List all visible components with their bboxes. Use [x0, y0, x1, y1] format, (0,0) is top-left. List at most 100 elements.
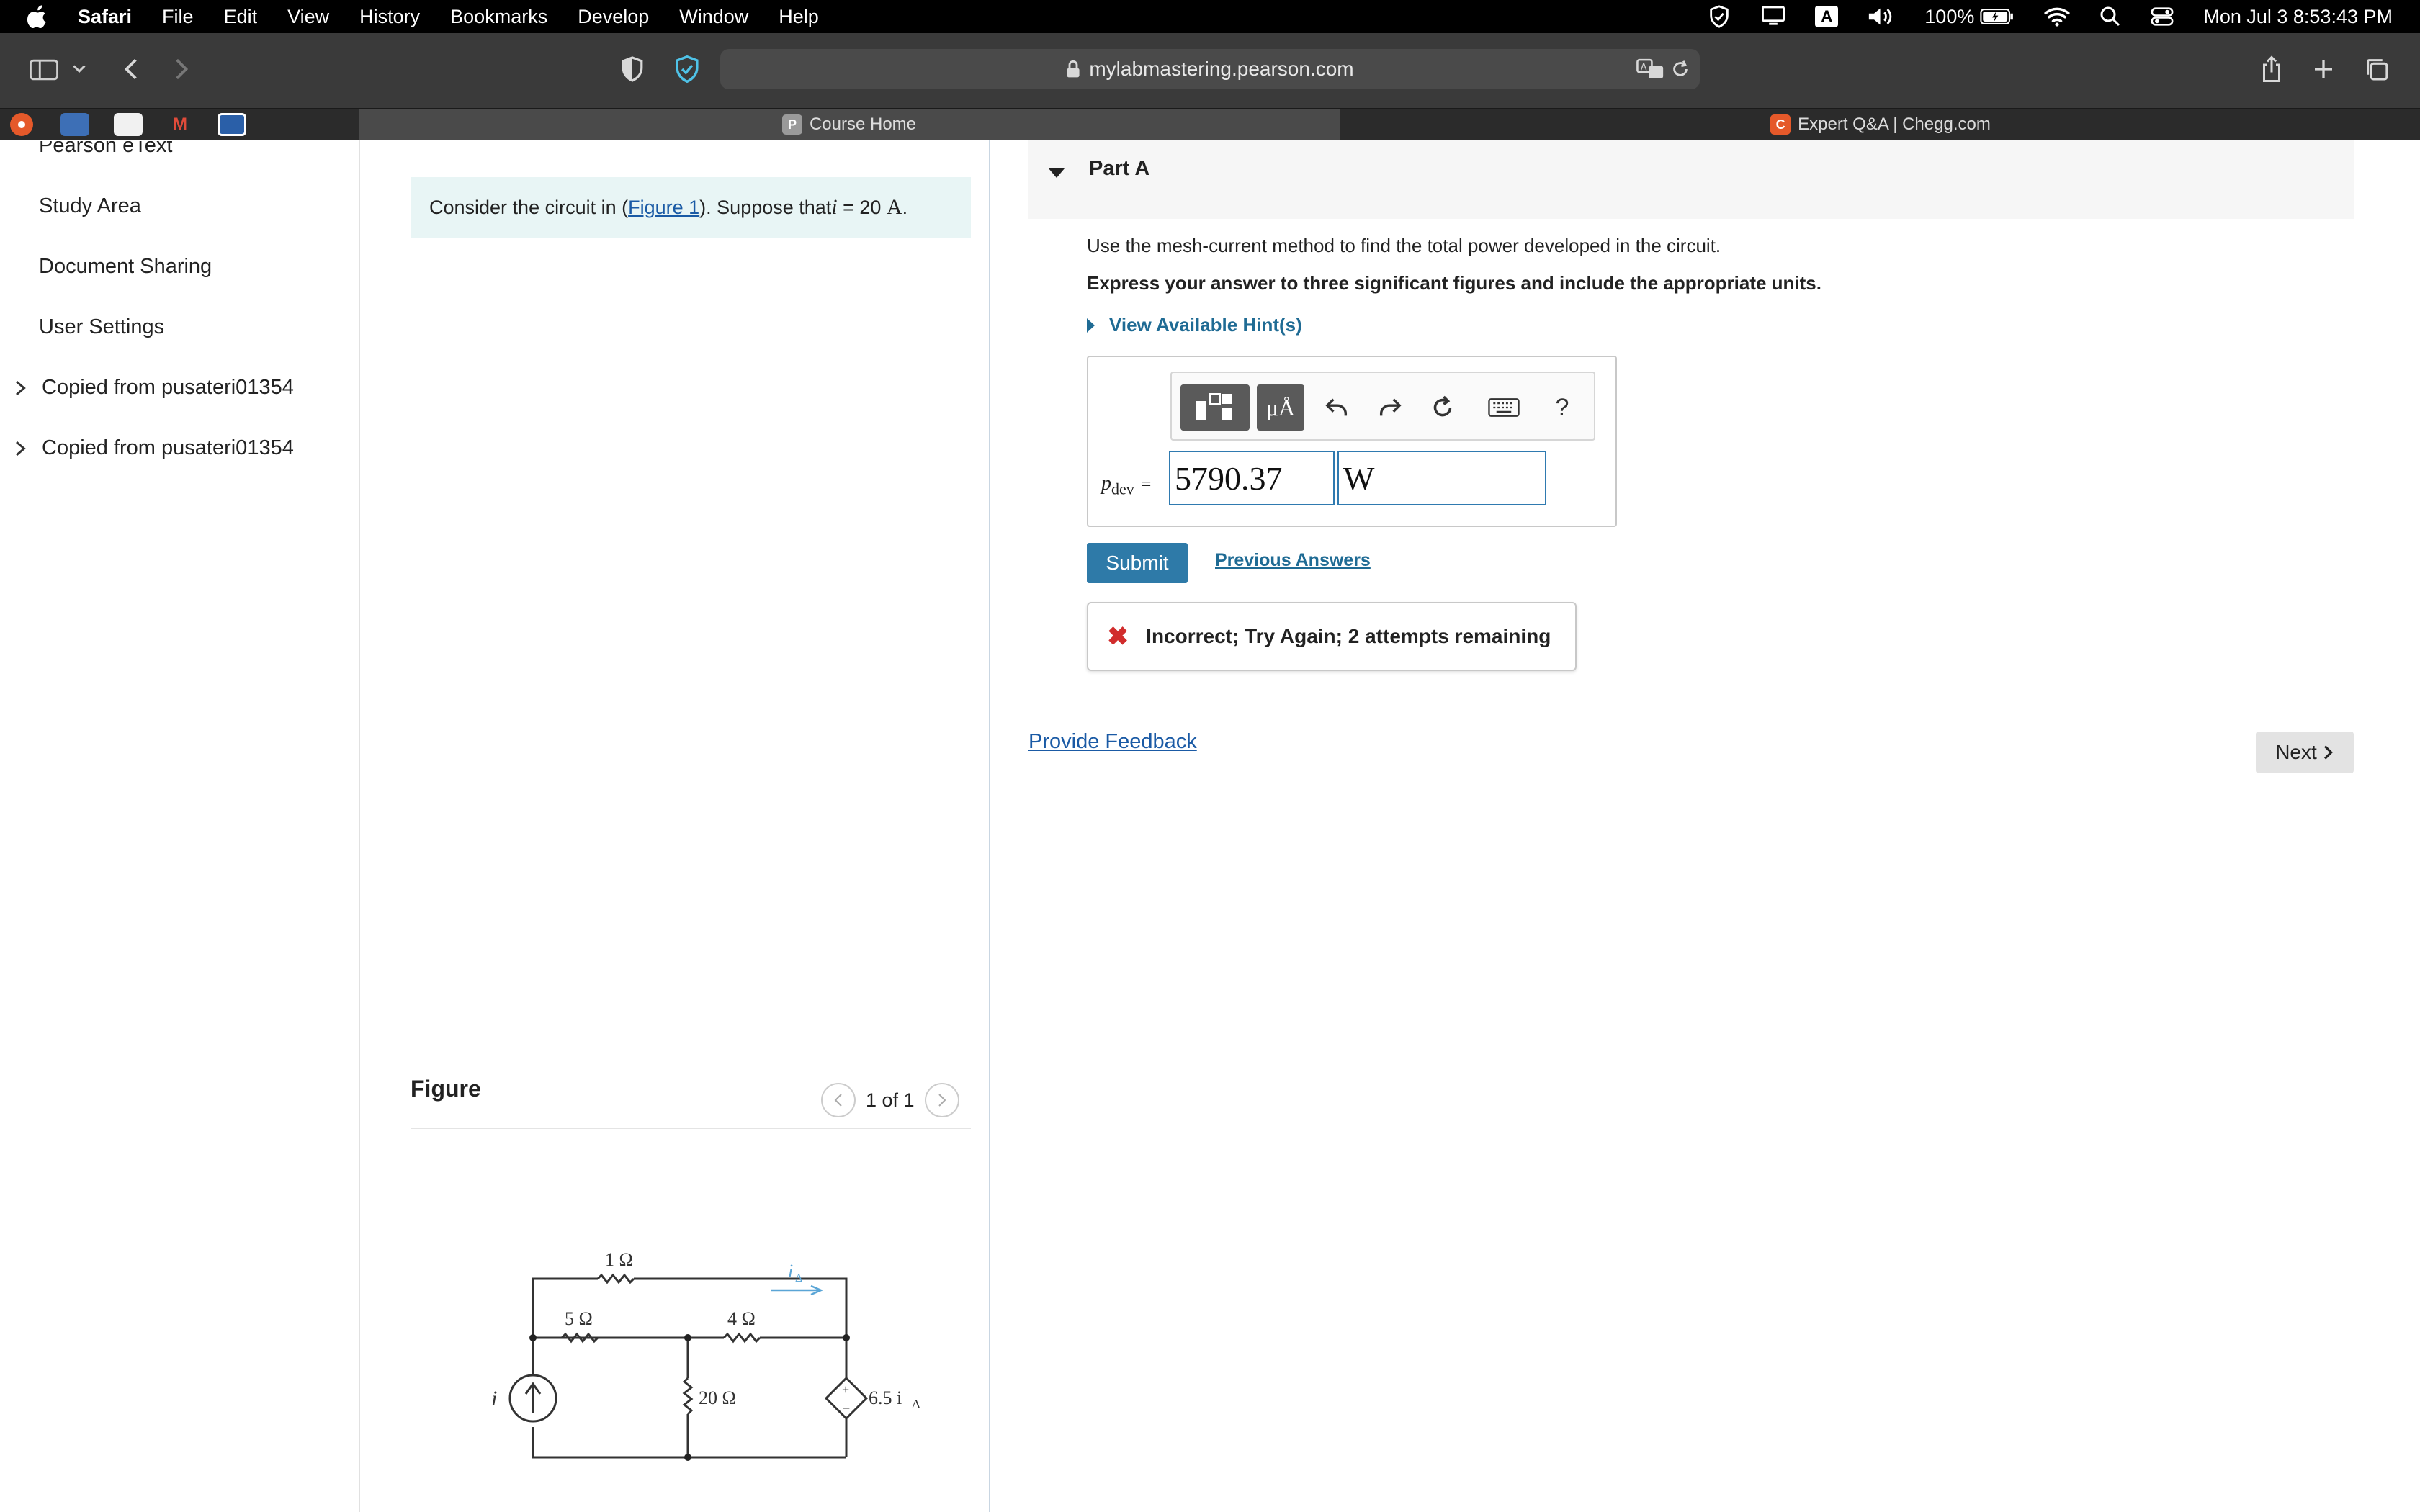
battery-percent: 100% [1924, 6, 2015, 28]
privacy-shield-icon[interactable] [618, 55, 647, 84]
share-icon[interactable] [2257, 52, 2286, 86]
reload-icon[interactable] [1671, 59, 1690, 84]
sidebar-group-copied-2[interactable]: Copied from pusateri01354 [14, 436, 294, 460]
browser-toolbar: mylabmastering.pearson.com A M P Course … [0, 33, 2420, 140]
incorrect-x-icon: ✖ [1107, 621, 1129, 651]
figure-prev-button[interactable] [821, 1083, 856, 1117]
undo-icon[interactable] [1316, 384, 1359, 431]
answer-unit-input[interactable]: W [1337, 451, 1546, 505]
templates-button[interactable] [1180, 384, 1250, 431]
figure-title: Figure [411, 1076, 481, 1102]
pearson-icon: P [781, 114, 802, 135]
clock[interactable]: Mon Jul 3 8:53:43 PM [2203, 6, 2393, 28]
expand-triangle-icon [1087, 318, 1095, 333]
answer-subscript: dev [1111, 480, 1134, 498]
answer-equals: = [1141, 475, 1152, 494]
redo-icon[interactable] [1368, 384, 1411, 431]
chevron-right-icon [2323, 745, 2333, 760]
sidebar-item-study-area[interactable]: Study Area [39, 194, 141, 218]
course-sidebar: Pearson eText Study Area Document Sharin… [0, 140, 360, 1512]
reset-icon[interactable] [1421, 384, 1464, 431]
tab-strip: M P Course Home C Expert Q&A | Chegg.com [0, 108, 2420, 140]
submit-button[interactable]: Submit [1087, 543, 1188, 583]
problem-text-2: ). Suppose that [699, 196, 832, 218]
menu-edit[interactable]: Edit [224, 6, 258, 28]
answer-variable: p [1101, 472, 1111, 495]
new-tab-plus-icon[interactable] [2309, 55, 2338, 84]
tab-overview-icon[interactable] [2362, 55, 2391, 84]
menu-file[interactable]: File [162, 6, 194, 28]
keyboard-icon[interactable] [1479, 384, 1529, 431]
gmail-icon[interactable]: M [166, 113, 194, 136]
figure-pager: 1 of 1 [821, 1083, 959, 1117]
favorite-app-icon[interactable] [218, 113, 246, 136]
units-button[interactable]: μÅ [1257, 384, 1304, 431]
display-icon[interactable] [1760, 5, 1786, 28]
back-icon[interactable] [117, 53, 145, 85]
favorite-blue-icon[interactable] [60, 113, 89, 136]
menu-view[interactable]: View [287, 6, 329, 28]
spotlight-search-icon[interactable] [2099, 6, 2121, 27]
label-r1: 1 Ω [605, 1249, 633, 1270]
next-label: Next [2275, 741, 2317, 763]
answer-box: μÅ ? pdev = 5790.37 W [1087, 356, 1617, 527]
sidebar-toggle-icon[interactable] [29, 55, 59, 85]
sidebar-group-label: Copied from pusateri01354 [42, 436, 294, 459]
favorite-red-icon[interactable] [10, 113, 33, 136]
menu-help[interactable]: Help [779, 6, 819, 28]
sidebar-group-label: Copied from pusateri01354 [42, 376, 294, 399]
tab-chegg[interactable]: C Expert Q&A | Chegg.com [1341, 109, 2420, 140]
address-bar[interactable]: mylabmastering.pearson.com A [720, 49, 1700, 89]
menu-history[interactable]: History [359, 6, 420, 28]
favorite-docs-icon[interactable] [114, 113, 143, 136]
menu-bookmarks[interactable]: Bookmarks [450, 6, 547, 28]
templates-icon [1196, 393, 1232, 420]
label-r5: 5 Ω [565, 1308, 593, 1329]
figure-pager-text: 1 of 1 [866, 1089, 915, 1111]
translate-icon[interactable]: A [1636, 58, 1665, 86]
menu-safari[interactable]: Safari [78, 6, 132, 28]
control-center-icon[interactable] [2150, 6, 2174, 27]
menu-develop[interactable]: Develop [578, 6, 649, 28]
battery-icon[interactable] [1980, 8, 2015, 25]
tab-course-home[interactable]: P Course Home [359, 109, 1340, 140]
help-button[interactable]: ? [1541, 384, 1584, 431]
part-a-header[interactable]: Part A [1028, 140, 2354, 219]
sidebar-item-user-settings[interactable]: User Settings [39, 315, 164, 339]
chevron-down-icon[interactable] [71, 60, 88, 78]
chevron-left-icon [834, 1094, 842, 1107]
next-button[interactable]: Next [2256, 732, 2354, 773]
current-arrow-icon [771, 1284, 824, 1296]
view-hints-link[interactable]: View Available Hint(s) [1087, 314, 1302, 336]
figure-next-button[interactable] [924, 1083, 959, 1117]
part-a-label: Part A [1089, 156, 1150, 180]
label-source: i [491, 1387, 497, 1410]
collapse-triangle-icon[interactable] [1049, 168, 1065, 178]
input-source-badge[interactable]: A [1815, 6, 1839, 27]
sidebar-group-copied-1[interactable]: Copied from pusateri01354 [14, 376, 294, 400]
chevron-right-icon [16, 380, 26, 395]
wifi-icon[interactable] [2043, 6, 2071, 27]
vpn-extension-icon[interactable] [671, 55, 703, 84]
label-current: i [788, 1261, 793, 1282]
figure-link[interactable]: Figure 1 [628, 197, 699, 219]
volume-icon[interactable] [1867, 6, 1896, 27]
problem-text: Consider the circuit in ( [429, 196, 629, 218]
answer-value-input[interactable]: 5790.37 [1169, 451, 1335, 505]
current-unit: A [886, 195, 902, 219]
problem-end: . [902, 196, 908, 218]
sidebar-item-document-sharing[interactable]: Document Sharing [39, 255, 212, 279]
label-dependent-sub: Δ [912, 1397, 920, 1411]
previous-answers-link[interactable]: Previous Answers [1215, 550, 1371, 571]
menu-window[interactable]: Window [679, 6, 748, 28]
vpn-shield-icon[interactable] [1707, 4, 1731, 29]
part-question: Use the mesh-current method to find the … [1087, 235, 1721, 256]
chevron-right-icon [16, 441, 26, 456]
apple-icon[interactable] [27, 4, 49, 29]
forward-icon[interactable] [167, 53, 196, 85]
svg-text:−: − [843, 1401, 850, 1416]
problem-eq: = 20 [837, 196, 887, 218]
answer-pane: Part A Use the mesh-current method to fi… [990, 140, 2420, 1512]
provide-feedback-link[interactable]: Provide Feedback [1028, 730, 1197, 754]
figure-divider [411, 1128, 971, 1129]
